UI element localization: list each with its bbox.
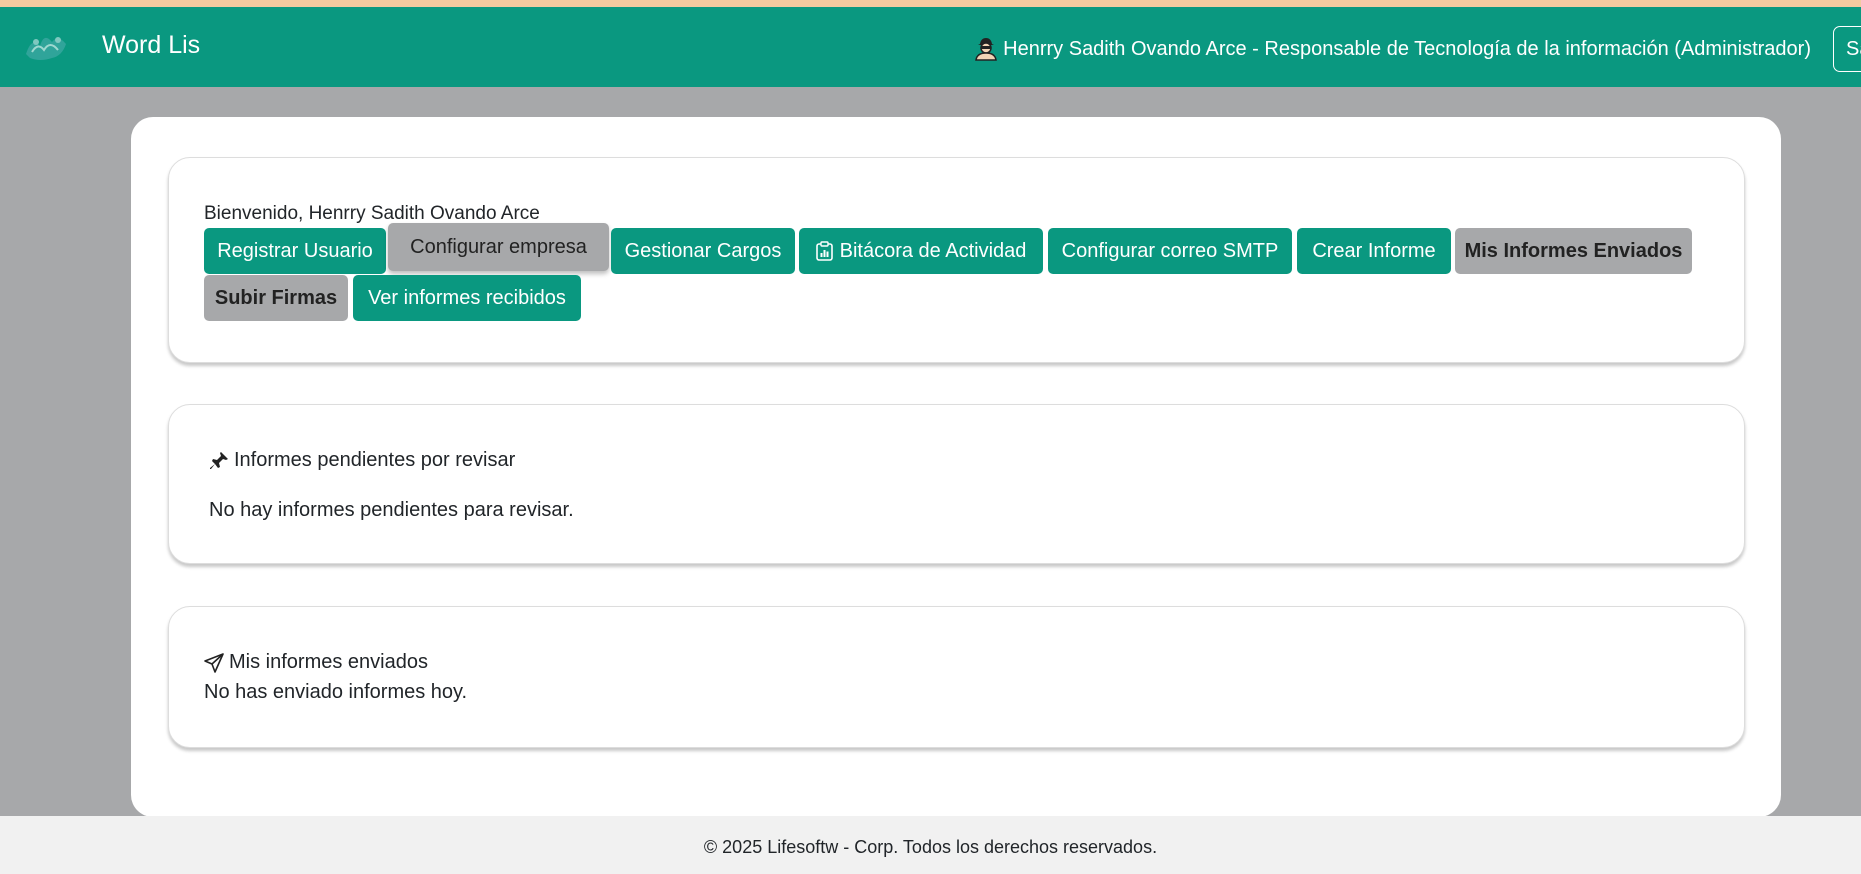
sent-reports-empty: No has enviado informes hoy. [204, 681, 468, 703]
main-container: Bienvenido, Henrry Sadith Ovando Arce Re… [131, 117, 1781, 817]
user-secret-icon [975, 37, 998, 61]
welcome-text: Bienvenido, Henrry Sadith Ovando Arce [204, 203, 540, 224]
ver-informes-recibidos-button[interactable]: Ver informes recibidos [353, 275, 581, 321]
pending-reports-title-text: Informes pendientes por revisar [234, 449, 516, 471]
sent-reports-card: Mis informes enviados No has enviado inf… [168, 606, 1745, 748]
sent-reports-title-text: Mis informes enviados [229, 651, 428, 673]
user-info: Henrry Sadith Ovando Arce - Responsable … [975, 37, 1811, 61]
user-label: Henrry Sadith Ovando Arce - Responsable … [1003, 37, 1811, 60]
configurar-smtp-button[interactable]: Configurar correo SMTP [1048, 228, 1292, 274]
crear-informe-button[interactable]: Crear Informe [1297, 228, 1451, 274]
pending-reports-title: Informes pendientes por revisar [209, 449, 515, 472]
configurar-empresa-button[interactable]: Configurar empresa [388, 223, 609, 271]
pending-reports-empty: No hay informes pendientes para revisar. [209, 499, 574, 521]
pending-reports-card: Informes pendientes por revisar No hay i… [168, 404, 1745, 564]
footer: © 2025 Lifesoftw - Corp. Todos los derec… [0, 816, 1861, 874]
bitacora-label: Bitácora de Actividad [839, 239, 1027, 262]
bitacora-button[interactable]: Bitácora de Actividad [799, 228, 1043, 274]
gestionar-cargos-button[interactable]: Gestionar Cargos [611, 228, 795, 274]
pushpin-icon [209, 451, 229, 471]
send-icon [204, 652, 224, 673]
subir-firmas-button[interactable]: Subir Firmas [204, 275, 348, 321]
top-accent-line [0, 0, 1861, 7]
app-logo[interactable] [22, 28, 72, 64]
navbar: Word Lis Henrry Sadith Ovando Arce - Res… [0, 7, 1861, 87]
welcome-card: Bienvenido, Henrry Sadith Ovando Arce Re… [168, 157, 1745, 363]
footer-text: © 2025 Lifesoftw - Corp. Todos los derec… [703, 836, 1158, 857]
logout-button[interactable]: Salir [1833, 26, 1861, 72]
clipboard-data-icon [815, 241, 833, 261]
sent-reports-title: Mis informes enviados [204, 651, 428, 674]
registrar-usuario-button[interactable]: Registrar Usuario [204, 228, 386, 274]
brand-title[interactable]: Word Lis [102, 31, 200, 60]
mis-informes-enviados-button[interactable]: Mis Informes Enviados [1455, 228, 1692, 274]
